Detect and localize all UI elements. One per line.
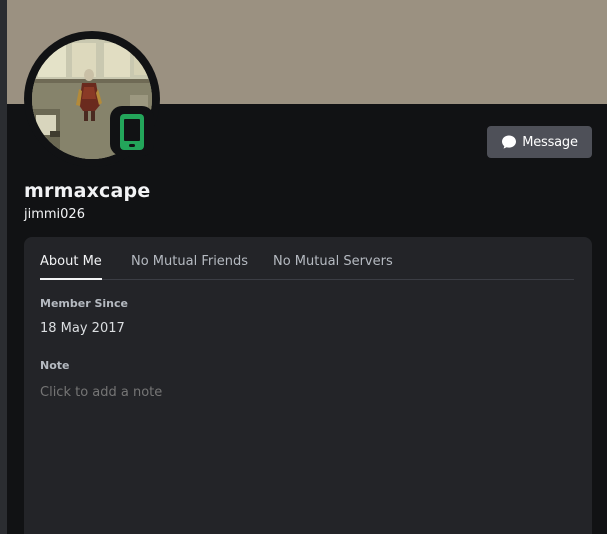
note-input[interactable] (40, 383, 560, 401)
profile-details-panel: About Me No Mutual Friends No Mutual Ser… (24, 237, 592, 534)
message-button[interactable]: Message (487, 126, 592, 158)
profile-tabs: About Me No Mutual Friends No Mutual Ser… (40, 254, 574, 280)
tab-mutual-servers[interactable]: No Mutual Servers (273, 254, 393, 278)
mobile-status-icon (120, 114, 144, 150)
note-heading: Note (40, 359, 70, 372)
message-button-label: Message (522, 134, 578, 150)
tab-mutual-friends[interactable]: No Mutual Friends (131, 254, 248, 278)
display-name: mrmaxcape (24, 180, 151, 202)
background-window-edge (0, 0, 7, 534)
member-since-date: 18 May 2017 (40, 321, 125, 336)
member-since-heading: Member Since (40, 297, 128, 310)
user-profile-popout: Message mrmaxcape jimmi026 About Me No M… (0, 0, 607, 534)
chat-bubble-icon (501, 134, 517, 150)
tab-about-me[interactable]: About Me (40, 254, 102, 280)
username: jimmi026 (24, 207, 85, 222)
